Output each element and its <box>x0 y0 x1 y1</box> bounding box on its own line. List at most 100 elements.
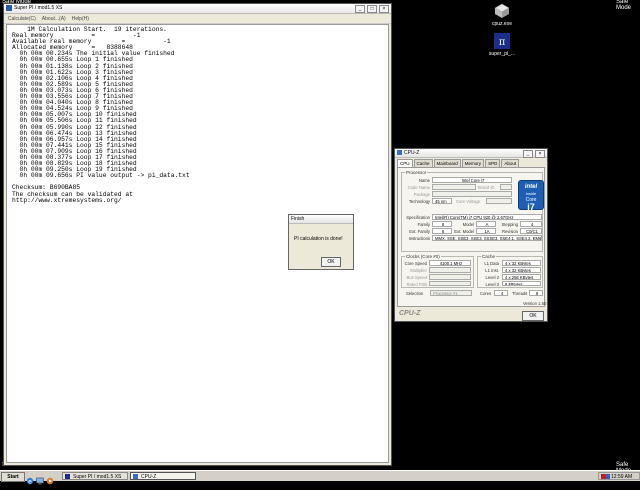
menu-about[interactable]: About...(A) <box>42 16 66 22</box>
finish-titlebar[interactable]: Finish <box>289 215 353 224</box>
cpuz-exe-icon <box>494 3 510 19</box>
bus-speed-value <box>429 274 471 280</box>
core-voltage-value <box>486 198 512 204</box>
tab-about[interactable]: About <box>501 159 520 167</box>
ext-family-value: 6 <box>432 228 452 234</box>
core-speed-value: 4100.1 MHz <box>429 260 471 266</box>
codename-label: Code Name <box>407 185 430 190</box>
super-pi-icon: π <box>494 33 510 49</box>
selection-dropdown[interactable]: Processor #1 <box>430 290 472 296</box>
multiplier-label: Multiplier <box>410 268 427 273</box>
processor-group-label: Processor <box>405 170 428 175</box>
tray-clock: 12:59 AM <box>611 474 633 480</box>
quicklaunch-media-icon[interactable] <box>46 472 54 485</box>
level3-value: 8 MBytes <box>502 281 541 286</box>
svg-text:e: e <box>28 479 32 486</box>
finish-ok-button[interactable]: OK <box>321 257 341 267</box>
cpuz-titlebar[interactable]: CPU-Z _ × <box>395 149 547 158</box>
revision-label: Revision <box>501 229 518 234</box>
taskbar-item-superpi[interactable]: Super PI / mod1.5 XS <box>62 472 128 480</box>
stepping-label: Stepping <box>501 222 518 227</box>
close-button[interactable]: × <box>535 150 545 158</box>
processor-group: Processor Name Intel Core i7 Code Name B… <box>401 170 544 252</box>
quicklaunch-ie-icon[interactable]: e <box>26 472 34 486</box>
codename-value <box>432 184 476 190</box>
model-value: A <box>476 221 496 227</box>
level2-label: Level 2 <box>485 275 499 280</box>
revision-value: C0/C1 <box>520 228 542 234</box>
desktop-icon-superpi[interactable]: π super_pi_... <box>482 33 522 57</box>
l1-inst-value: 4 x 32 KBytes <box>502 267 541 273</box>
rated-fsb-value <box>429 281 471 286</box>
ext-family-label: Ext. Family <box>409 229 430 234</box>
cpuz-task-icon <box>133 474 138 479</box>
minimize-button[interactable]: _ <box>355 5 365 13</box>
family-label: Family <box>417 222 430 227</box>
name-label: Name <box>418 178 430 183</box>
menu-help[interactable]: Help(H) <box>72 16 89 22</box>
desktop-icon-cpuz[interactable]: cpuz.exe <box>482 3 522 27</box>
desktop-icon-label: cpuz.exe <box>491 21 512 27</box>
superpi-task-icon <box>65 474 70 479</box>
instructions-value: MMX, SSE, SSE2, SSE3, SSSE3, SSE4.1, SSE… <box>432 235 542 241</box>
finish-message: PI calculation is done! <box>294 236 343 242</box>
stepping-value: 4 <box>520 221 542 227</box>
system-tray: 12:59 AM <box>598 472 640 480</box>
taskbar-item-label: CPU-Z <box>141 474 157 480</box>
taskbar-item-cpuz[interactable]: CPU-Z <box>130 472 196 480</box>
superpi-menubar: Calculate(C) About...(A) Help(H) <box>4 14 391 24</box>
technology-value: 45 nm <box>432 198 452 204</box>
quicklaunch-desktop-icon[interactable] <box>36 472 44 485</box>
cpuz-version: Version 1.50 <box>523 301 547 306</box>
cores-value: 4 <box>494 290 508 296</box>
ext-model-label: Ext. Model <box>454 229 474 234</box>
clocks-group-label: Clocks (Core #0) <box>405 254 441 259</box>
finish-dialog[interactable]: Finish PI calculation is done! OK <box>288 214 354 270</box>
cpuz-brand: CPU-Z <box>399 310 421 317</box>
tab-cache[interactable]: Cache <box>413 159 433 167</box>
tray-network-icon[interactable] <box>606 474 610 479</box>
ext-model-value: 1A <box>476 228 496 234</box>
tab-cpu[interactable]: CPU <box>397 159 413 167</box>
cpuz-cpu-panel: Processor Name Intel Core i7 Code Name B… <box>397 167 545 307</box>
finish-title: Finish <box>291 216 305 222</box>
selection-label: Selection <box>406 291 424 296</box>
multiplier-value <box>429 267 471 273</box>
minimize-button[interactable]: _ <box>523 150 533 158</box>
taskbar-item-label: Super PI / mod1.5 XS <box>73 474 122 480</box>
superpi-app-icon <box>6 5 12 11</box>
tab-memory[interactable]: Memory <box>461 159 485 167</box>
desktop-icon-label: super_pi_... <box>488 51 516 57</box>
package-value <box>432 191 512 197</box>
clocks-group: Clocks (Core #0) Core Speed 4100.1 MHz M… <box>401 254 474 288</box>
cpuz-window[interactable]: CPU-Z _ × CPU Cache Mainboard Memory SPD… <box>394 148 548 322</box>
intel-core-i7-logo: intel inside Core i7 <box>518 180 544 212</box>
taskbar: Start e Super PI / mod1.5 XS CPU-Z 12:59… <box>0 470 640 486</box>
l1-data-label: L1 Data <box>484 261 499 266</box>
technology-label: Technology <box>408 199 430 204</box>
l1-data-value: 4 x 32 KBytes <box>502 260 541 266</box>
menu-calculate[interactable]: Calculate(C) <box>8 16 36 22</box>
start-button[interactable]: Start <box>1 472 25 482</box>
cpuz-app-icon <box>397 150 402 155</box>
core-voltage-label: Core Voltage <box>456 199 481 204</box>
close-button[interactable]: × <box>379 5 389 13</box>
threads-label: Threads <box>512 291 528 296</box>
specification-label: Specification <box>406 215 430 220</box>
cache-group-label: Cache <box>481 254 497 259</box>
specification-value: Intel(R) Core(TM) i7 CPU 920 @ 2.67GHz <box>432 214 542 220</box>
maximize-button[interactable]: □ <box>367 5 377 13</box>
rated-fsb-label: Rated FSB <box>406 282 427 287</box>
cache-group: Cache L1 Data 4 x 32 KBytes L1 Inst. 4 x… <box>477 254 543 288</box>
tab-mainboard[interactable]: Mainboard <box>433 159 461 167</box>
superpi-titlebar[interactable]: Super PI / mod1.5 XS _ □ × <box>4 4 391 14</box>
safe-mode-label-top-right: Safe Mode <box>616 0 632 11</box>
tab-spd[interactable]: SPD <box>485 159 501 167</box>
core-speed-label: Core Speed <box>404 261 427 266</box>
model-label: Model <box>462 222 474 227</box>
brandid-value <box>500 184 512 190</box>
superpi-title: Super PI / mod1.5 XS <box>14 5 63 11</box>
cpuz-ok-button[interactable]: OK <box>522 311 544 321</box>
cores-label: Cores <box>480 291 492 296</box>
level3-label: Level 3 <box>485 282 499 287</box>
